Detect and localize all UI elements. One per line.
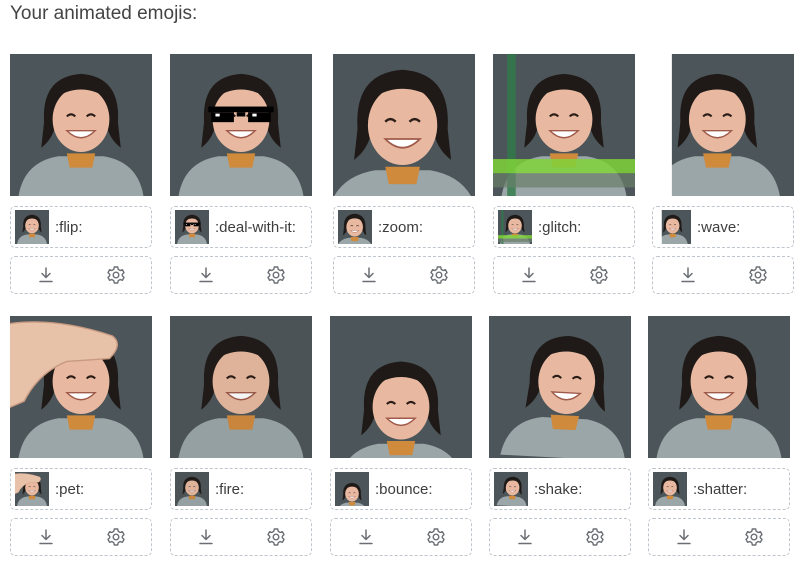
download-icon[interactable] (513, 525, 537, 549)
emoji-name: :shatter: (693, 480, 748, 498)
emoji-label: :wave: (652, 206, 794, 248)
emoji-thumbnail (653, 472, 687, 506)
emoji-name: :shake: (534, 480, 583, 498)
emoji-card-deal-with-it: :deal-with-it: (170, 54, 312, 294)
emoji-thumbnail (498, 210, 532, 244)
emoji-name: :zoom: (378, 218, 424, 236)
emoji-thumbnail (15, 210, 49, 244)
emoji-preview[interactable] (170, 54, 312, 196)
emoji-thumbnail (338, 210, 372, 244)
emoji-label: :zoom: (333, 206, 475, 248)
emoji-label: :shatter: (648, 468, 790, 510)
emoji-card-shake: :shake: (489, 316, 631, 556)
emoji-thumbnail (15, 472, 49, 506)
page-title: Your animated emojis: (10, 3, 198, 24)
gear-icon[interactable] (104, 263, 128, 287)
emoji-actions (493, 256, 635, 294)
emoji-card-fire: :fire: (170, 316, 312, 556)
emoji-label: :glitch: (493, 206, 635, 248)
emoji-thumbnail (175, 210, 209, 244)
emoji-card-wave: :wave: (652, 54, 794, 294)
emoji-preview[interactable] (170, 316, 312, 458)
gear-icon[interactable] (264, 525, 288, 549)
emoji-thumbnail (494, 472, 528, 506)
emoji-name: :wave: (697, 218, 741, 236)
emoji-preview[interactable] (330, 316, 472, 458)
emoji-preview[interactable] (648, 316, 790, 458)
emoji-card-bounce: :bounce: (330, 316, 472, 556)
download-icon[interactable] (194, 525, 218, 549)
gear-icon[interactable] (104, 525, 128, 549)
emoji-label: :pet: (10, 468, 152, 510)
emoji-thumbnail (657, 210, 691, 244)
emoji-thumbnail (175, 472, 209, 506)
gear-icon[interactable] (742, 525, 766, 549)
emoji-name: :fire: (215, 480, 245, 498)
emoji-name: :deal-with-it: (215, 218, 296, 236)
emoji-name: :flip: (55, 218, 83, 236)
emoji-label: :bounce: (330, 468, 472, 510)
emoji-preview[interactable] (489, 316, 631, 458)
emoji-actions (652, 256, 794, 294)
download-icon[interactable] (34, 525, 58, 549)
emoji-actions (333, 256, 475, 294)
gear-icon[interactable] (424, 525, 448, 549)
emoji-name: :glitch: (538, 218, 582, 236)
emoji-name: :pet: (55, 480, 85, 498)
gear-icon[interactable] (746, 263, 770, 287)
gear-icon[interactable] (264, 263, 288, 287)
emoji-label: :fire: (170, 468, 312, 510)
emoji-actions (170, 518, 312, 556)
emoji-card-zoom: :zoom: (333, 54, 475, 294)
download-icon[interactable] (354, 525, 378, 549)
emoji-preview[interactable] (10, 316, 152, 458)
emoji-preview[interactable] (10, 54, 152, 196)
emoji-name: :bounce: (375, 480, 433, 498)
emoji-card-shatter: :shatter: (648, 316, 790, 556)
download-icon[interactable] (676, 263, 700, 287)
emoji-label: :shake: (489, 468, 631, 510)
emoji-preview[interactable] (333, 54, 475, 196)
emoji-actions (648, 518, 790, 556)
emoji-card-flip: :flip: (10, 54, 152, 294)
download-icon[interactable] (34, 263, 58, 287)
emoji-actions (170, 256, 312, 294)
gear-icon[interactable] (583, 525, 607, 549)
emoji-thumbnail (335, 472, 369, 506)
emoji-actions (330, 518, 472, 556)
emoji-preview[interactable] (652, 54, 794, 196)
emoji-actions (10, 256, 152, 294)
download-icon[interactable] (194, 263, 218, 287)
emoji-label: :flip: (10, 206, 152, 248)
emoji-card-pet: :pet: (10, 316, 152, 556)
emoji-card-glitch: :glitch: (493, 54, 635, 294)
download-icon[interactable] (357, 263, 381, 287)
gear-icon[interactable] (587, 263, 611, 287)
download-icon[interactable] (517, 263, 541, 287)
emoji-actions (489, 518, 631, 556)
emoji-preview[interactable] (493, 54, 635, 196)
download-icon[interactable] (672, 525, 696, 549)
emoji-label: :deal-with-it: (170, 206, 312, 248)
emoji-actions (10, 518, 152, 556)
gear-icon[interactable] (427, 263, 451, 287)
